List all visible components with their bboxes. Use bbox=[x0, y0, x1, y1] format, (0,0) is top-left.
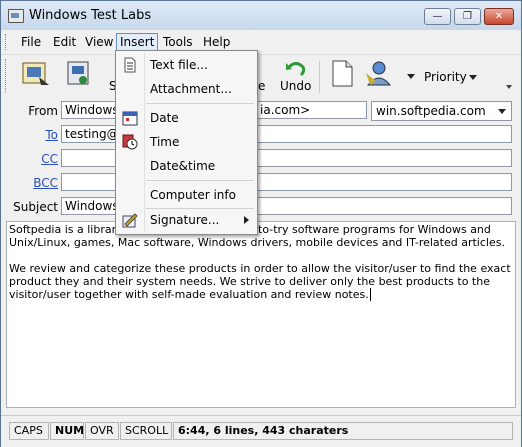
from-label: From bbox=[28, 104, 58, 118]
contacts-icon bbox=[366, 61, 392, 86]
close-button[interactable]: ✕ bbox=[484, 8, 514, 25]
menu-view[interactable]: View bbox=[82, 34, 116, 50]
undo-label: Undo bbox=[280, 79, 312, 93]
calendar-icon bbox=[122, 111, 138, 126]
window-title: Windows Test Labs bbox=[29, 8, 152, 23]
menu-label-text-file: Text file... bbox=[150, 58, 208, 72]
menu-edit[interactable]: Edit bbox=[50, 34, 79, 50]
text-cursor bbox=[369, 288, 371, 301]
status-ovr: OVR bbox=[85, 422, 119, 440]
account-value: win.softpedia.com bbox=[376, 104, 486, 118]
menu-file[interactable]: File bbox=[18, 34, 44, 50]
minimize-button[interactable]: — bbox=[424, 8, 451, 25]
menu-label-date-time: Date&time bbox=[150, 159, 216, 173]
text-file-icon bbox=[124, 57, 136, 73]
body-line-2: Unix/Linux, games, Mac software, Windows… bbox=[9, 236, 505, 249]
menu-bar: File Edit View Insert Tools Help bbox=[1, 31, 521, 53]
status-bar: CAPS NUM OVR SCROLL 6:44, 6 lines, 443 c… bbox=[1, 415, 521, 447]
menu-label-date: Date bbox=[150, 111, 179, 125]
from-value: Windows bbox=[65, 103, 119, 117]
send-button[interactable] bbox=[21, 57, 55, 95]
cc-label-link[interactable]: CC bbox=[41, 152, 58, 166]
status-scroll: SCROLL bbox=[120, 422, 172, 440]
save-button[interactable]: S bbox=[65, 57, 117, 95]
subject-label: Subject bbox=[13, 200, 58, 214]
insert-menu: Text file... Attachment... Date Time Dat… bbox=[115, 50, 258, 235]
body-line-1b: to-try software programs for Windows and bbox=[258, 223, 491, 236]
menu-separator bbox=[146, 180, 254, 181]
priority-button[interactable]: Priority bbox=[422, 57, 482, 95]
menu-item-computer-info[interactable]: Computer info bbox=[116, 184, 257, 206]
undo-icon bbox=[286, 62, 306, 77]
menu-label-signature: Signature... bbox=[150, 213, 220, 227]
maximize-icon: ❐ bbox=[463, 11, 472, 22]
to-label-link[interactable]: To bbox=[45, 128, 58, 142]
bcc-label-link[interactable]: BCC bbox=[33, 176, 58, 190]
body-para-2-text: We review and categorize these products … bbox=[9, 262, 511, 301]
save-mail-icon bbox=[67, 61, 89, 85]
message-header: From Windows ia.com> win.softpedia.com T… bbox=[1, 97, 521, 219]
menu-help[interactable]: Help bbox=[200, 34, 233, 50]
menu-separator bbox=[146, 103, 254, 104]
toolbar-grip[interactable] bbox=[5, 59, 9, 93]
menu-item-signature[interactable]: Signature... bbox=[116, 209, 257, 231]
menu-item-text-file[interactable]: Text file... bbox=[116, 54, 257, 76]
app-icon[interactable] bbox=[8, 9, 24, 23]
undo-button[interactable]: Undo bbox=[276, 57, 314, 95]
priority-label: Priority bbox=[424, 70, 467, 84]
menubar-grip[interactable] bbox=[5, 34, 9, 50]
document-icon bbox=[332, 60, 353, 87]
toolbar-separator bbox=[319, 61, 320, 93]
main-window: Windows Test Labs — ❐ ✕ File Edit View I… bbox=[0, 0, 522, 447]
signature-icon bbox=[122, 213, 138, 228]
menu-item-attachment[interactable]: Attachment... bbox=[116, 78, 257, 100]
status-info: 6:44, 6 lines, 443 charaters bbox=[173, 422, 513, 440]
priority-dropdown-icon[interactable] bbox=[469, 75, 477, 80]
minimize-icon: — bbox=[432, 11, 443, 22]
attach-button[interactable] bbox=[327, 57, 357, 95]
submenu-arrow-icon bbox=[244, 216, 249, 224]
menu-insert[interactable]: Insert bbox=[116, 33, 159, 51]
body-paragraph-2: We review and categorize these products … bbox=[9, 262, 513, 301]
subject-value: Windows bbox=[65, 199, 119, 213]
clock-icon bbox=[122, 134, 138, 150]
body-paragraph-1: Softpedia is a library o to-try software… bbox=[9, 223, 513, 249]
menu-label-computer-info: Computer info bbox=[150, 188, 236, 202]
menu-item-time[interactable]: Time bbox=[116, 131, 257, 153]
menu-tools[interactable]: Tools bbox=[160, 34, 196, 50]
account-select[interactable]: win.softpedia.com bbox=[371, 101, 512, 121]
send-mail-icon bbox=[22, 62, 49, 85]
menu-label-attachment: Attachment... bbox=[150, 82, 232, 96]
menu-item-date-time[interactable]: Date&time bbox=[116, 155, 257, 177]
status-caps: CAPS bbox=[9, 422, 49, 440]
close-icon: ✕ bbox=[494, 11, 504, 22]
toolbar-partial-button[interactable]: e bbox=[256, 57, 270, 95]
menu-label-time: Time bbox=[150, 135, 180, 149]
title-bar: Windows Test Labs — ❐ ✕ bbox=[1, 1, 521, 30]
message-body-editor[interactable]: Softpedia is a library o to-try software… bbox=[6, 221, 516, 408]
toolbar-e-label: e bbox=[258, 79, 266, 93]
menu-item-date[interactable]: Date bbox=[116, 107, 257, 129]
toolbar-overflow-icon[interactable] bbox=[506, 85, 512, 89]
toolbar: S e Undo Priority bbox=[1, 54, 521, 97]
chevron-down-icon bbox=[498, 109, 506, 114]
address-book-button[interactable] bbox=[364, 57, 416, 95]
contacts-dropdown-icon[interactable] bbox=[407, 74, 415, 79]
maximize-button[interactable]: ❐ bbox=[454, 8, 481, 25]
from-value-tail: ia.com> bbox=[260, 103, 311, 117]
status-num: NUM bbox=[50, 422, 84, 440]
